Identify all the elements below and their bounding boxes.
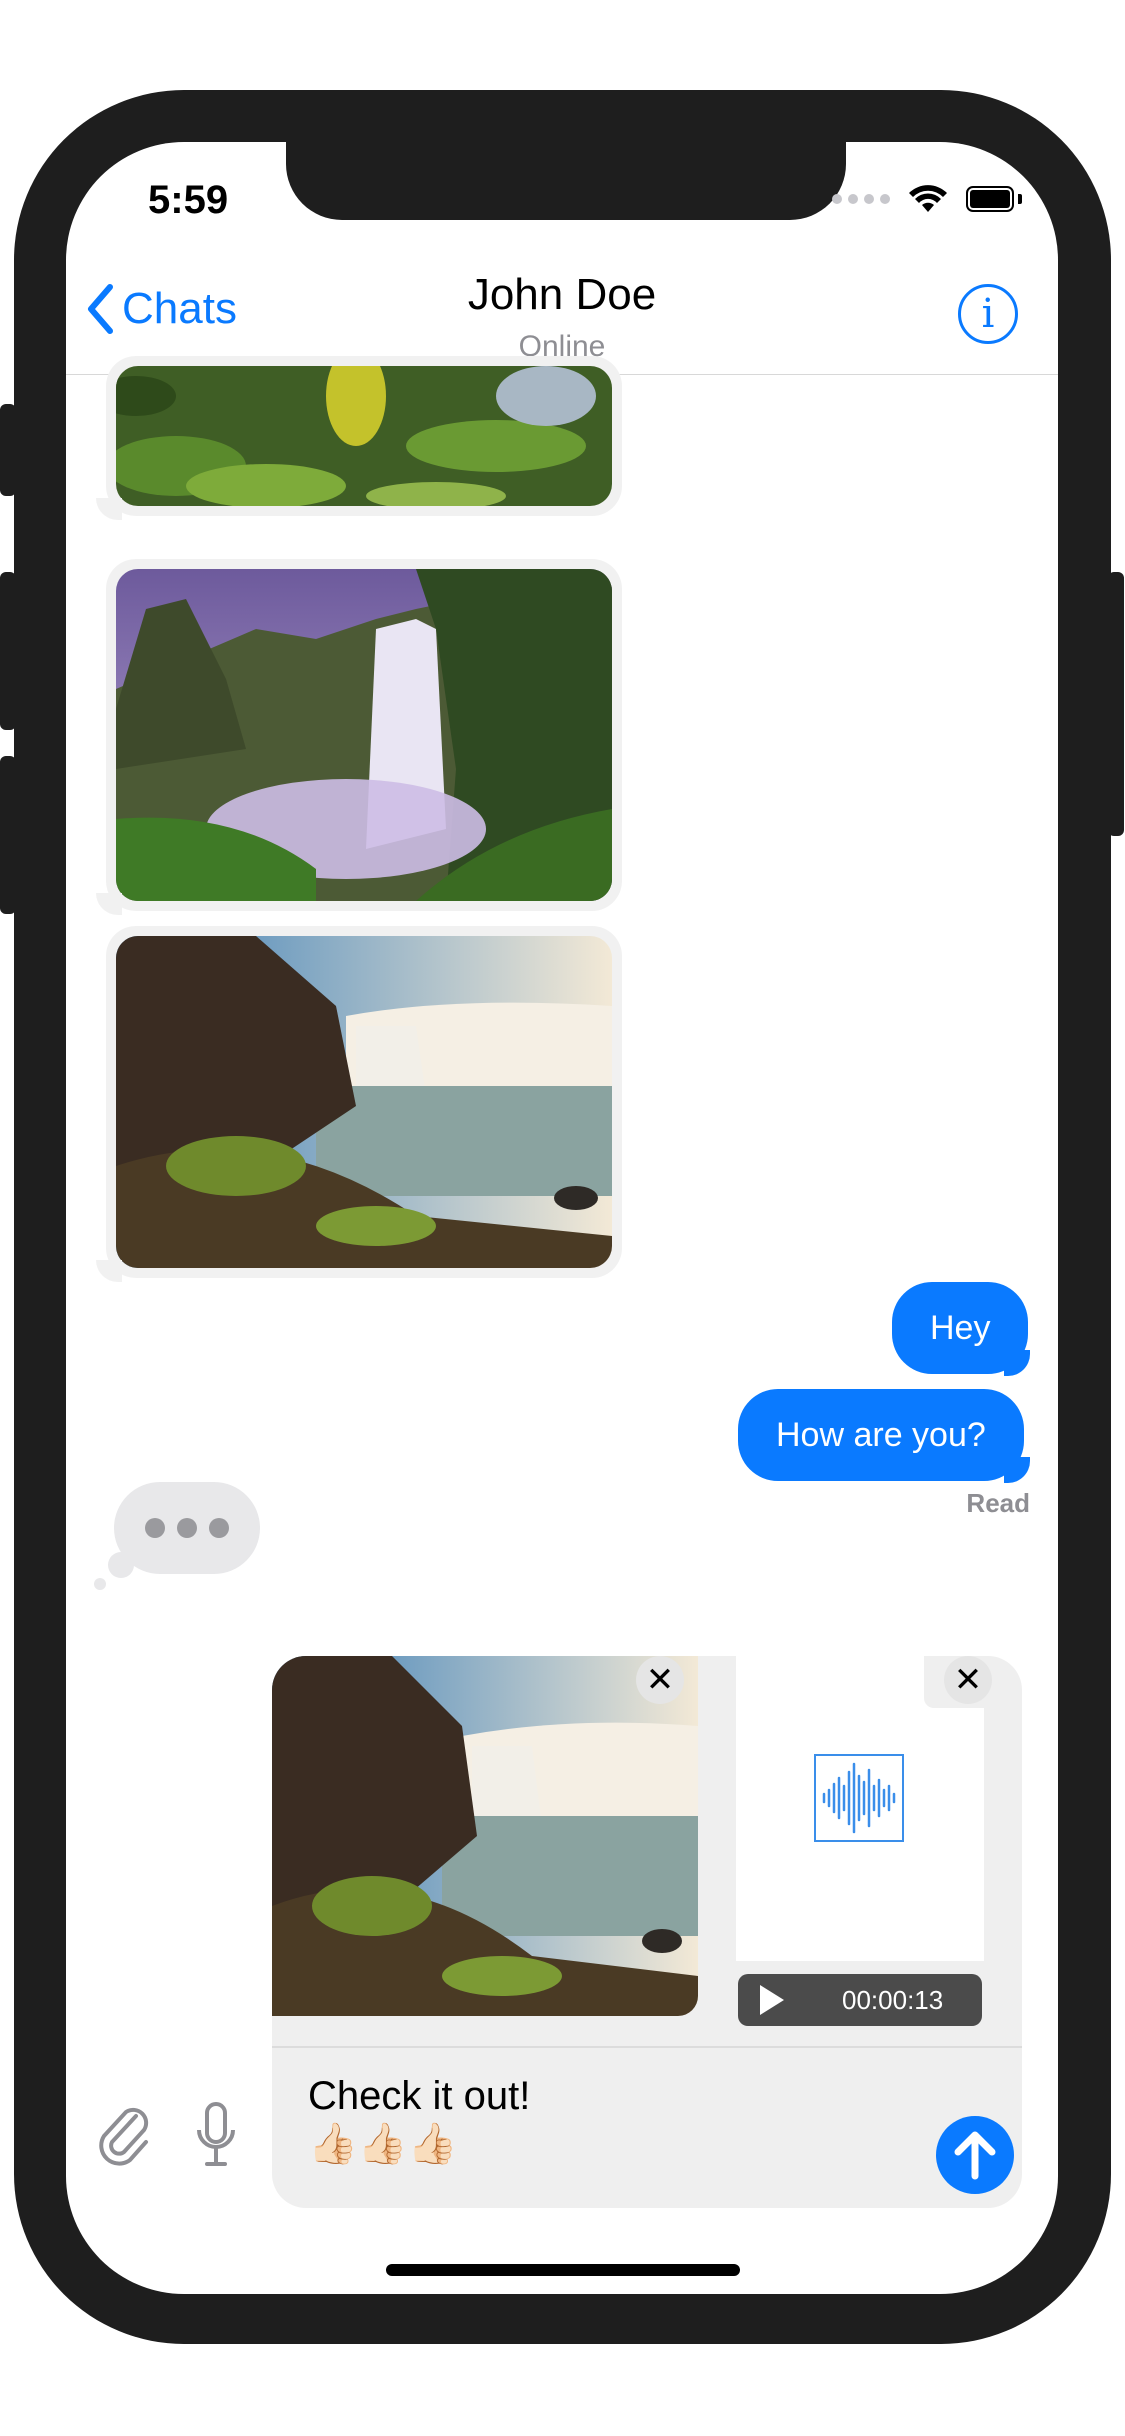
close-icon: ✕ [953,1661,983,1699]
waterfall-photo [116,569,612,901]
contact-name: John Doe [467,270,657,319]
volume-down-button [0,756,16,914]
typing-tail-dot [94,1578,106,1590]
notch [286,142,846,220]
message-input-line: Check it out! [308,2074,531,2118]
status-indicators [832,184,1022,214]
waterfall-thumbnail [272,1656,698,2016]
wifi-icon [909,185,947,212]
info-button[interactable]: i [958,284,1018,344]
mute-switch [0,404,16,496]
send-button[interactable] [936,2116,1014,2194]
microphone-icon[interactable] [194,2100,238,2170]
message-composer: ✕ ✕ 00:00:13 Check it out! 👍🏻👍🏻👍🏻 [272,1656,1022,2208]
volume-up-button [0,572,16,730]
typing-tail-dot [108,1552,134,1578]
cellular-signal-icon [832,194,890,204]
audio-duration: 00:00:13 [842,1984,944,2015]
divider [272,2046,1022,2048]
message-input-emoji: 👍🏻👍🏻👍🏻 [308,2122,458,2166]
message-text: Hey [930,1309,991,1347]
read-receipt: Read [966,1488,1030,1518]
home-indicator[interactable] [386,2264,740,2276]
typing-indicator [114,1482,260,1574]
remove-audio-button[interactable]: ✕ [944,1656,992,1704]
paperclip-icon[interactable] [94,2102,154,2166]
status-time: 5:59 [148,178,229,222]
attachment-photo[interactable] [272,1656,698,2016]
incoming-image-message[interactable] [96,559,622,915]
message-text: How are you? [776,1416,986,1454]
arrow-up-icon [954,2131,996,2180]
bubble-tail [1004,1457,1030,1483]
bubble-tail [1004,1350,1030,1376]
leaves-photo [116,366,612,506]
info-icon: i [981,291,995,337]
message-input[interactable]: Check it out! 👍🏻👍🏻👍🏻 [308,2072,868,2168]
power-button [1108,572,1124,836]
battery-icon [966,186,1022,212]
audio-player: 00:00:13 [738,1974,982,2026]
incoming-image-message[interactable] [96,356,622,520]
play-icon[interactable] [760,1985,784,2015]
remove-photo-button[interactable]: ✕ [636,1656,684,1704]
attachment-audio[interactable] [736,1656,984,1961]
outgoing-message[interactable]: How are you? [738,1389,1024,1481]
screen: 5:59 Chats John Doe Online i Hey How are… [66,142,1058,2294]
waterfall-rocks-photo [116,936,612,1268]
incoming-image-message[interactable] [96,926,622,1282]
close-icon: ✕ [645,1661,675,1699]
waveform-icon [814,1754,904,1842]
